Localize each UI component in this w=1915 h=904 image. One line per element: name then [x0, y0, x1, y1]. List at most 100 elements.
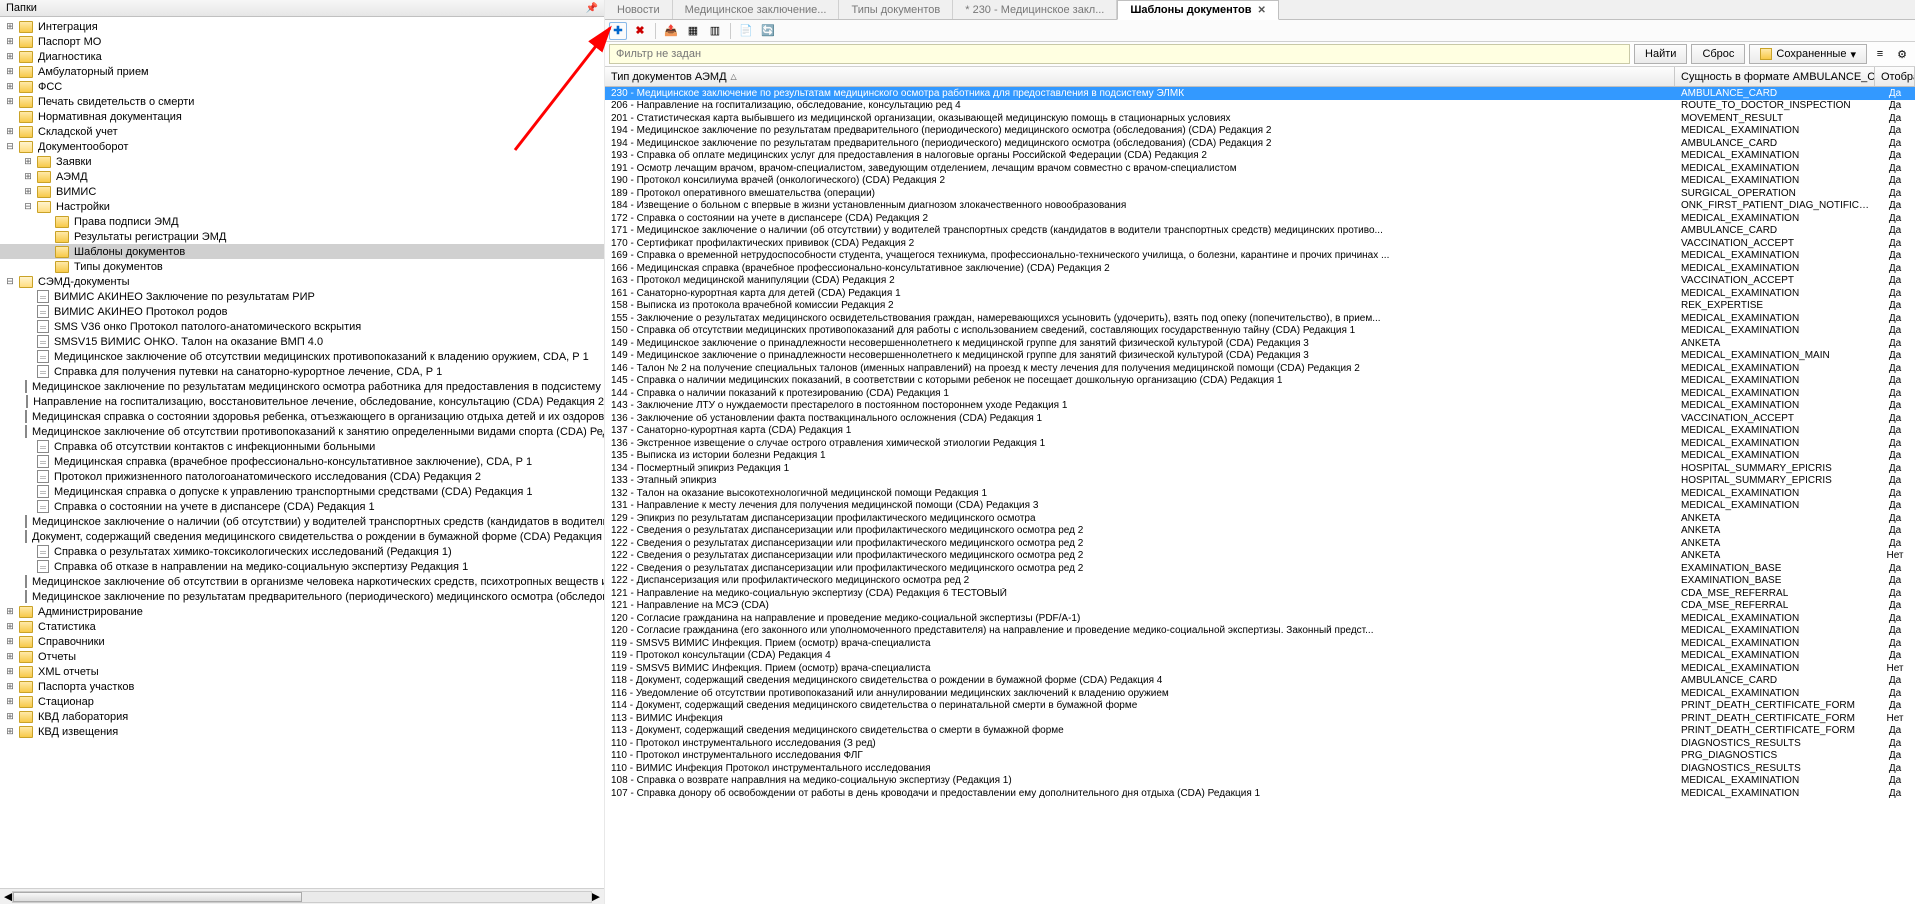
table-row[interactable]: 134 - Посмертный эпикриз Редакция 1HOSPI… [605, 462, 1915, 475]
tree-item[interactable]: ВИМИС АКИНЕО Заключение по результатам Р… [0, 289, 604, 304]
tree-item[interactable]: SMS V36 онко Протокол патолого-анатомиче… [0, 319, 604, 334]
table-row[interactable]: 113 - Документ, содержащий сведения меди… [605, 725, 1915, 738]
table-row[interactable]: 119 - Протокол консультации (CDA) Редакц… [605, 650, 1915, 663]
grid-small-icon[interactable]: ▦ [684, 22, 702, 40]
tree-item[interactable]: Направление на госпитализацию, восстанов… [0, 394, 604, 409]
table-row[interactable]: 190 - Протокол консилиума врачей (онколо… [605, 175, 1915, 188]
tree-item[interactable]: ⊞КВД лаборатория [0, 709, 604, 724]
tree-item[interactable]: ⊞КВД извещения [0, 724, 604, 739]
expander-icon[interactable]: ⊞ [4, 711, 16, 722]
expander-icon[interactable]: ⊞ [4, 126, 16, 137]
table-row[interactable]: 122 - Сведения о результатах диспансериз… [605, 537, 1915, 550]
tree-item[interactable]: Справка об отсутствии контактов с инфекц… [0, 439, 604, 454]
table-row[interactable]: 133 - Этапный эпикризHOSPITAL_SUMMARY_EP… [605, 475, 1915, 488]
expander-icon[interactable]: ⊞ [4, 696, 16, 707]
tree-item[interactable]: ⊞Амбулаторный прием [0, 64, 604, 79]
tree-item[interactable]: ⊟Настройки [0, 199, 604, 214]
table-row[interactable]: 163 - Протокол медицинской манипуляции (… [605, 275, 1915, 288]
table-row[interactable]: 189 - Протокол оперативного вмешательств… [605, 187, 1915, 200]
table-row[interactable]: 118 - Документ, содержащий сведения меди… [605, 675, 1915, 688]
tree-item[interactable]: ⊞XML отчеты [0, 664, 604, 679]
tree-item[interactable]: Документ, содержащий сведения медицинско… [0, 529, 604, 544]
tree-item[interactable]: ⊞Печать свидетельств о смерти [0, 94, 604, 109]
column-header-display[interactable]: Отобра... [1875, 67, 1915, 86]
table-row[interactable]: 135 - Выписка из истории болезни Редакци… [605, 450, 1915, 463]
table-row[interactable]: 184 - Извещение о больном с впервые в жи… [605, 200, 1915, 213]
tree-item[interactable]: ⊞ВИМИС [0, 184, 604, 199]
tree-item[interactable]: Медицинское заключение о наличии (об отс… [0, 514, 604, 529]
tree-item[interactable]: ⊞Отчеты [0, 649, 604, 664]
tree-item[interactable]: ⊟Документооборот [0, 139, 604, 154]
grid-large-icon[interactable]: ▥ [706, 22, 724, 40]
table-row[interactable]: 145 - Справка о наличии медицинских пока… [605, 375, 1915, 388]
table-row[interactable]: 122 - Сведения о результатах диспансериз… [605, 550, 1915, 563]
table-row[interactable]: 119 - SMSV5 ВИМИС Инфекция. Прием (осмот… [605, 662, 1915, 675]
table-row[interactable]: 121 - Направление на медико-социальную э… [605, 587, 1915, 600]
print-icon[interactable]: 📄 [737, 22, 755, 40]
tree-item[interactable]: ⊞АЭМД [0, 169, 604, 184]
expander-icon[interactable]: ⊞ [4, 21, 16, 32]
tree-item[interactable]: Шаблоны документов [0, 244, 604, 259]
tab[interactable]: Новости [605, 0, 673, 19]
table-row[interactable]: 206 - Направление на госпитализацию, обс… [605, 100, 1915, 113]
tree-item[interactable]: ⊞Интеграция [0, 19, 604, 34]
table-row[interactable]: 194 - Медицинское заключение по результа… [605, 125, 1915, 138]
tree-item[interactable]: Права подписи ЭМД [0, 214, 604, 229]
table-row[interactable]: 119 - SMSV5 ВИМИС Инфекция. Прием (осмот… [605, 637, 1915, 650]
table-row[interactable]: 136 - Заключение об установлении факта п… [605, 412, 1915, 425]
table-row[interactable]: 161 - Санаторно-курортная карта для дете… [605, 287, 1915, 300]
table-row[interactable]: 172 - Справка о состоянии на учете в дис… [605, 212, 1915, 225]
tree-item[interactable]: Типы документов [0, 259, 604, 274]
table-row[interactable]: 143 - Заключение ЛТУ о нуждаемости прест… [605, 400, 1915, 413]
reset-button[interactable]: Сброс [1691, 44, 1745, 64]
expander-icon[interactable]: ⊞ [4, 666, 16, 677]
tab[interactable]: * 230 - Медицинское закл... [953, 0, 1117, 19]
tree-item[interactable]: ⊞Администрирование [0, 604, 604, 619]
table-row[interactable]: 136 - Экстренное извещение о случае остр… [605, 437, 1915, 450]
tab[interactable]: Шаблоны документов✕ [1117, 0, 1279, 20]
saved-filters-button[interactable]: Сохраненные ▾ [1749, 44, 1867, 64]
table-row[interactable]: 120 - Согласие гражданина (его законного… [605, 625, 1915, 638]
tree-item[interactable]: Медицинское заключение об отсутствии в о… [0, 574, 604, 589]
table-row[interactable]: 166 - Медицинская справка (врачебное про… [605, 262, 1915, 275]
expander-icon[interactable]: ⊞ [4, 96, 16, 107]
column-header-entity[interactable]: Сущность в формате AMBULANCE_CARD_R... [1675, 67, 1875, 86]
table-row[interactable]: 120 - Согласие гражданина на направление… [605, 612, 1915, 625]
tree-item[interactable]: ⊞Заявки [0, 154, 604, 169]
table-row[interactable]: 122 - Сведения о результатах диспансериз… [605, 525, 1915, 538]
table-row[interactable]: 108 - Справка о возврате направлния на м… [605, 775, 1915, 788]
expander-icon[interactable]: ⊞ [4, 636, 16, 647]
tree-item[interactable]: Нормативная документация [0, 109, 604, 124]
tree-item[interactable]: Результаты регистрации ЭМД [0, 229, 604, 244]
table-row[interactable]: 158 - Выписка из протокола врачебной ком… [605, 300, 1915, 313]
scroll-left-icon[interactable]: ◀ [4, 890, 12, 903]
table-row[interactable]: 170 - Сертификат профилактических привив… [605, 237, 1915, 250]
tree-item[interactable]: Протокол прижизненного патологоанатомиче… [0, 469, 604, 484]
table-row[interactable]: 107 - Справка донору об освобождении от … [605, 787, 1915, 800]
tree-item[interactable]: ⊞ФСС [0, 79, 604, 94]
table-row[interactable]: 110 - Протокол инструментального исследо… [605, 750, 1915, 763]
table-row[interactable]: 149 - Медицинское заключение о принадлеж… [605, 337, 1915, 350]
tree-item[interactable]: Медицинская справка о допуске к управлен… [0, 484, 604, 499]
table-row[interactable]: 110 - ВИМИС Инфекция Протокол инструмент… [605, 762, 1915, 775]
table-row[interactable]: 114 - Документ, содержащий сведения меди… [605, 700, 1915, 713]
table-row[interactable]: 171 - Медицинское заключение о наличии (… [605, 225, 1915, 238]
table-row[interactable]: 110 - Протокол инструментального исследо… [605, 737, 1915, 750]
close-icon[interactable]: ✕ [1258, 5, 1266, 16]
export-icon[interactable]: 📤 [662, 22, 680, 40]
expander-icon[interactable]: ⊞ [4, 726, 16, 737]
table-row[interactable]: 155 - Заключение о результатах медицинск… [605, 312, 1915, 325]
tab[interactable]: Медицинское заключение... [673, 0, 840, 19]
find-button[interactable]: Найти [1634, 44, 1687, 64]
tree-item[interactable]: Медицинская справка о состоянии здоровья… [0, 409, 604, 424]
table-row[interactable]: 146 - Талон № 2 на получение специальных… [605, 362, 1915, 375]
filter-input[interactable] [609, 44, 1630, 64]
table-row[interactable]: 116 - Уведомление об отсутствии противоп… [605, 687, 1915, 700]
expander-icon[interactable]: ⊞ [4, 81, 16, 92]
scroll-track[interactable] [12, 891, 591, 903]
expander-icon[interactable]: ⊞ [4, 36, 16, 47]
table-row[interactable]: 132 - Талон на оказание высокотехнологич… [605, 487, 1915, 500]
expander-icon[interactable]: ⊞ [4, 66, 16, 77]
table-row[interactable]: 150 - Справка об отсутствии медицинских … [605, 325, 1915, 338]
expander-icon[interactable]: ⊞ [4, 51, 16, 62]
